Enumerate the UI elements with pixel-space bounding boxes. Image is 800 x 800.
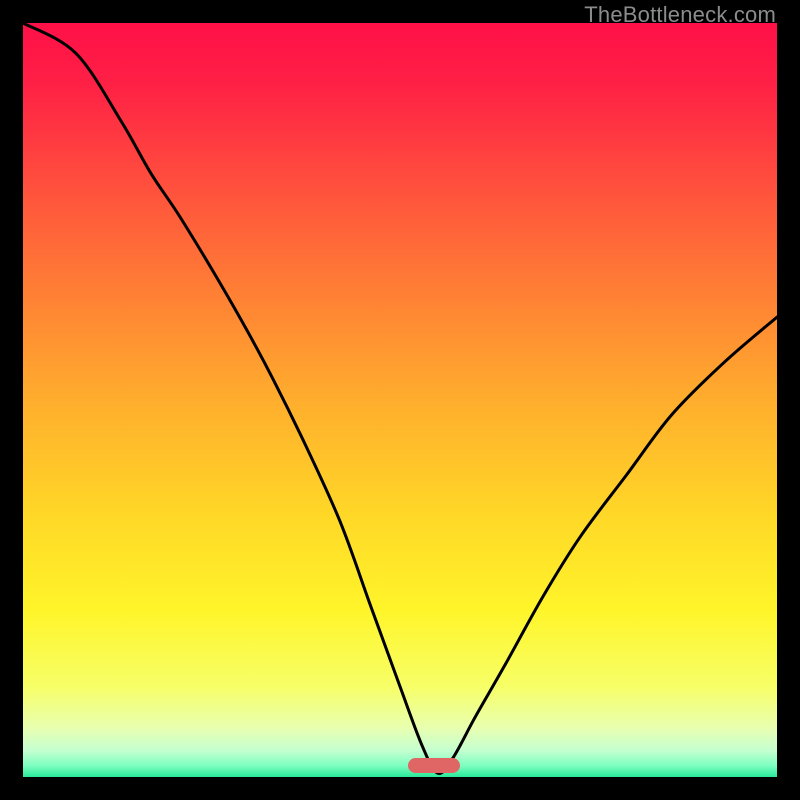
plot-area xyxy=(23,23,777,777)
optimal-marker xyxy=(408,758,460,773)
chart-container: TheBottleneck.com xyxy=(0,0,800,800)
bottleneck-curve xyxy=(23,23,777,777)
